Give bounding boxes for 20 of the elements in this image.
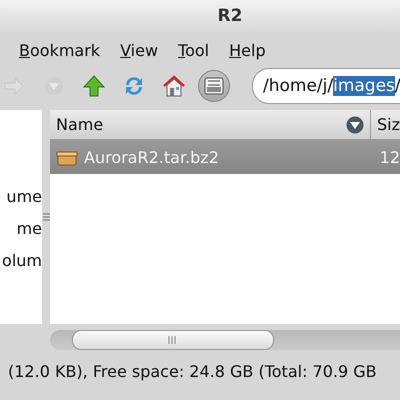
side-pane-item[interactable]: me (16, 219, 42, 238)
file-name: AuroraR2.tar.bz2 (84, 148, 219, 166)
horizontal-scrollbar[interactable] (50, 330, 400, 350)
menu-item[interactable]: View (120, 40, 158, 60)
home-icon (162, 74, 186, 98)
column-header[interactable]: Siz (371, 110, 400, 139)
file-size: 12 (378, 148, 400, 166)
status-text: (12.0 KB), Free space: 24.8 GB (Total: 70.9 GB (8, 362, 377, 380)
up-arrow-icon (82, 74, 106, 98)
menu-item[interactable]: Tool (178, 40, 210, 60)
sidebar-panel-icon (204, 77, 224, 95)
column-header[interactable]: Name (50, 110, 371, 139)
scrollbar-thumb[interactable] (72, 330, 274, 350)
menu-item[interactable]: Bookmark (19, 40, 100, 60)
menu-item[interactable]: Help (229, 40, 266, 60)
dropdown-icon (44, 76, 64, 96)
side-pane-item[interactable]: ume (6, 187, 42, 206)
side-pane-item[interactable]: olum (2, 251, 42, 270)
window-title: R2 (218, 6, 242, 26)
splitter-handle-icon[interactable] (42, 213, 50, 221)
